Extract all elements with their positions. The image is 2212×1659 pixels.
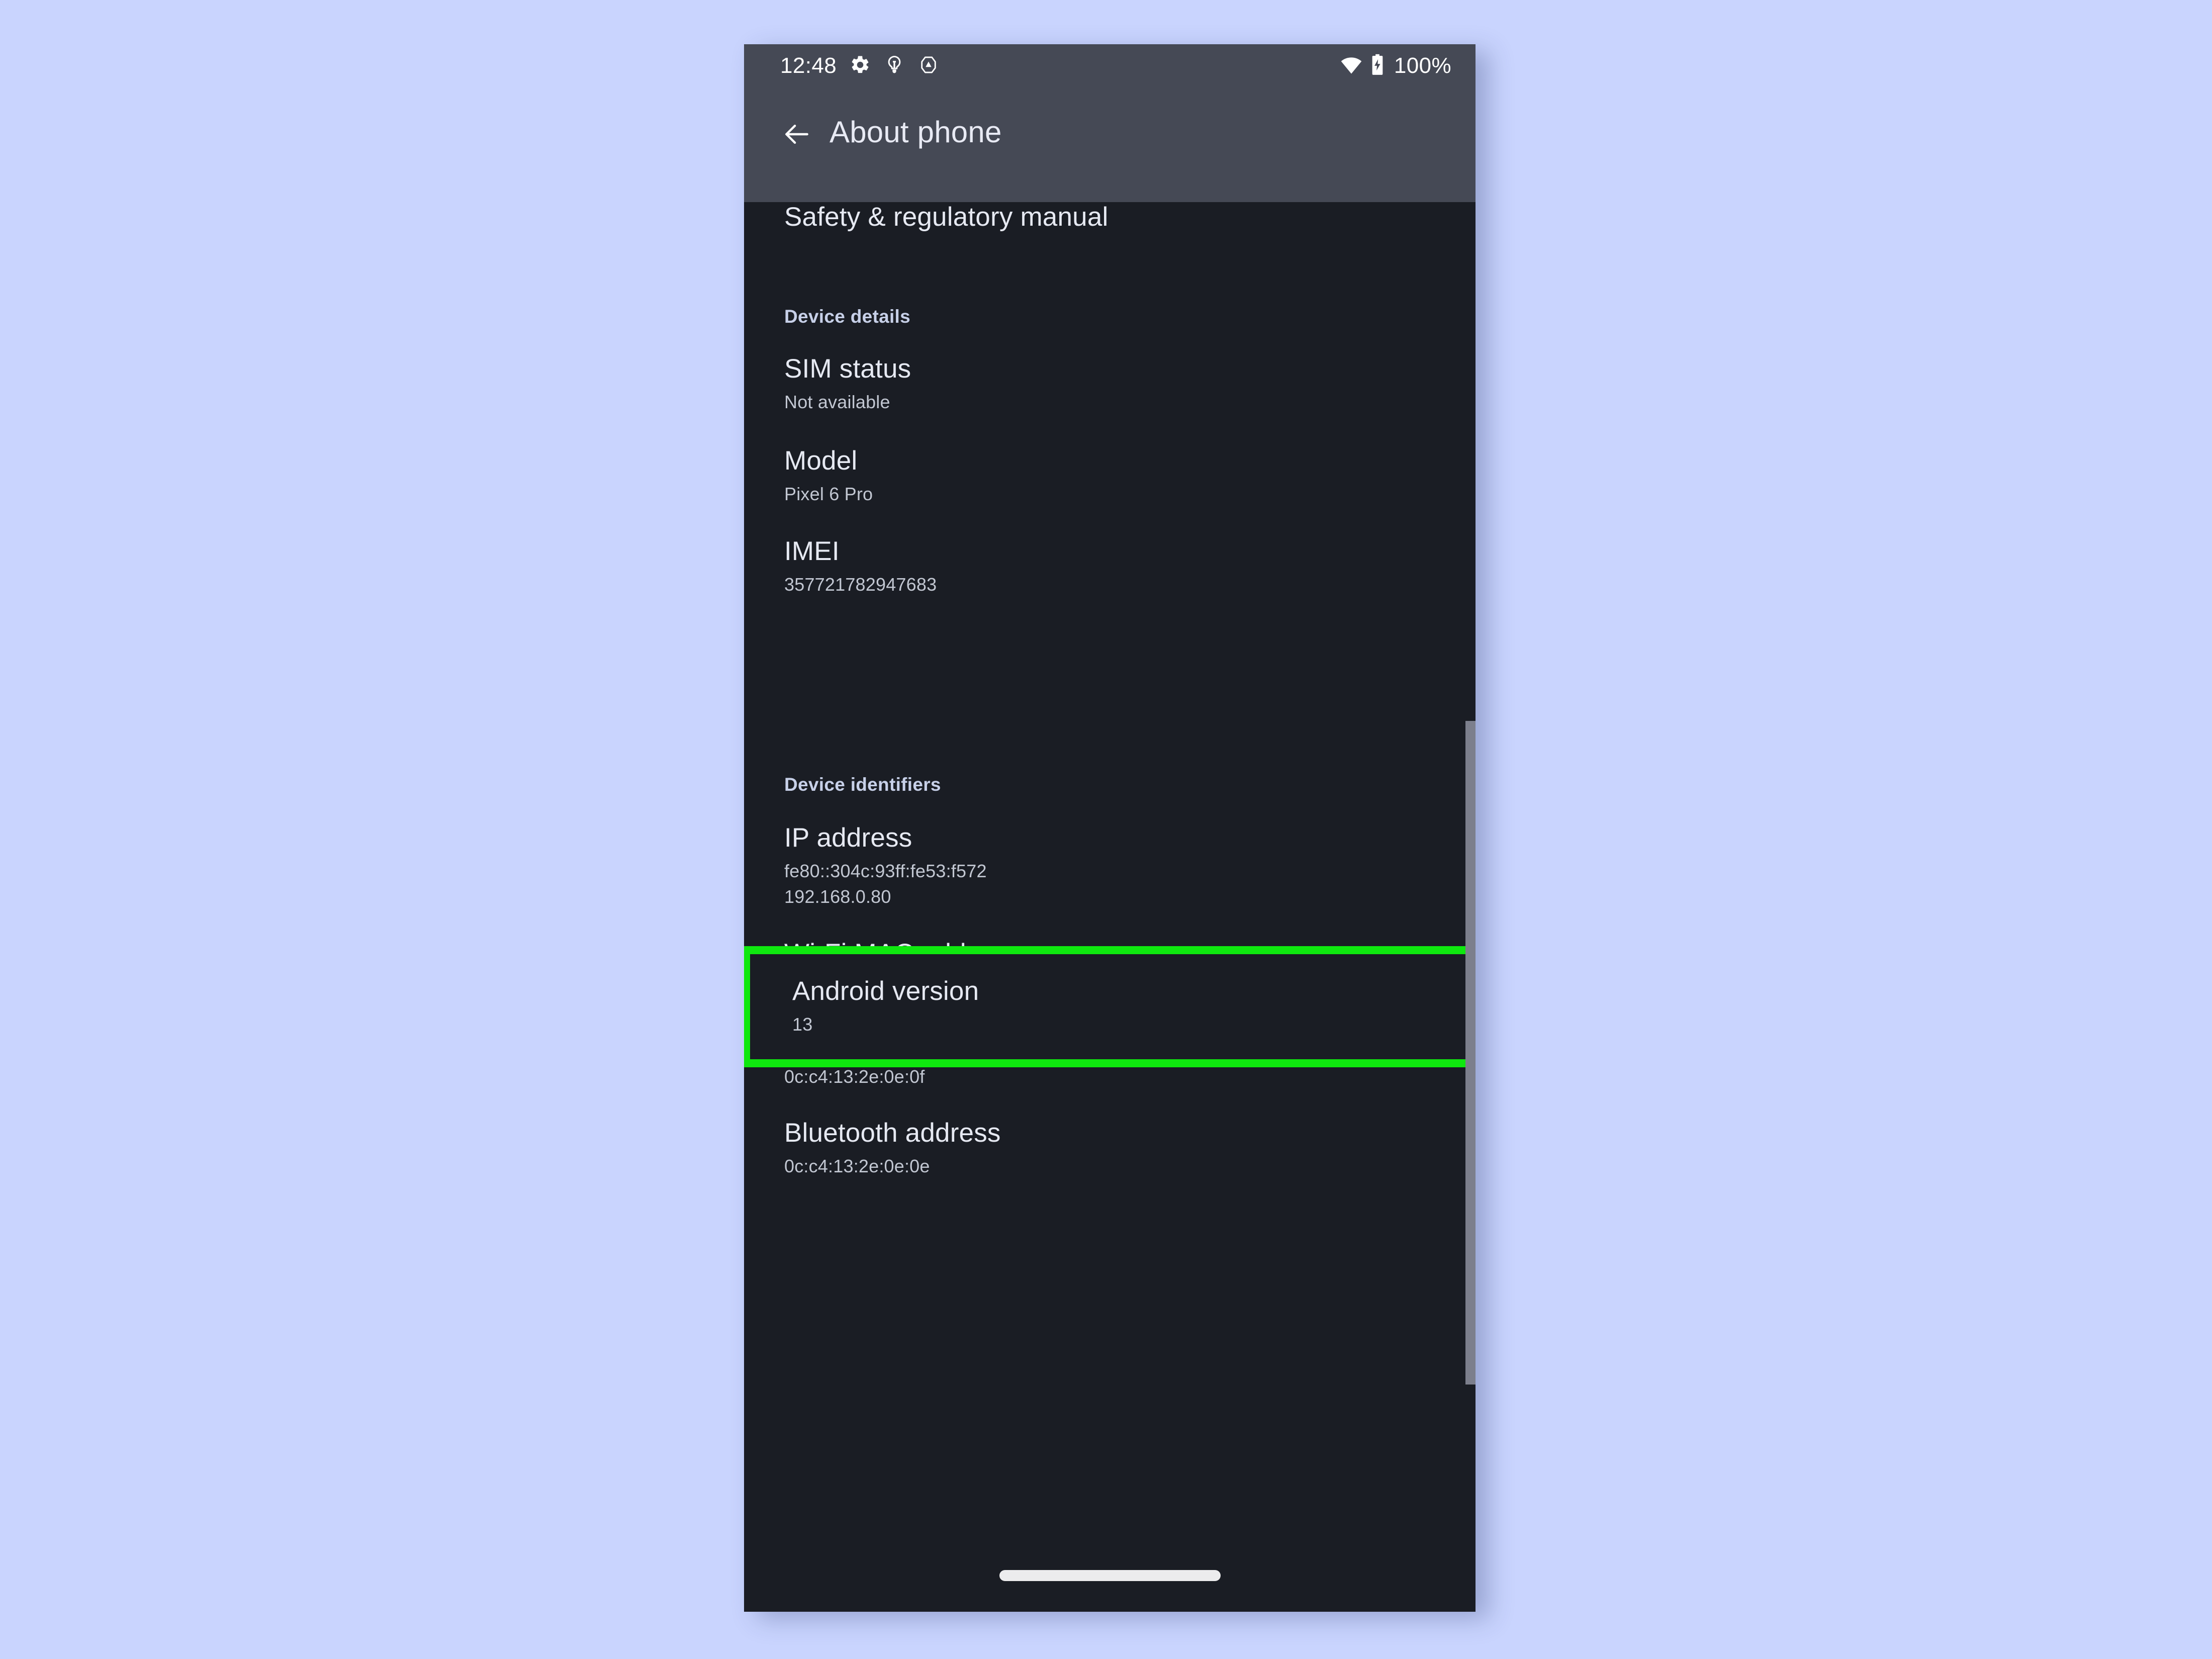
row-title: IP address <box>784 822 912 853</box>
section-header-device-details: Device details <box>784 306 911 327</box>
row-title: SIM status <box>784 354 911 384</box>
list-item-android-version-highlighted[interactable]: Android version 13 <box>744 946 1476 1067</box>
battery-charging-icon <box>1370 53 1385 79</box>
row-subtitle-secondary: 192.168.0.80 <box>784 886 891 907</box>
page-title: About phone <box>829 115 1002 149</box>
list-item-safety-regulatory-manual[interactable]: Safety & regulatory manual <box>744 202 1476 257</box>
row-subtitle: Not available <box>784 391 890 412</box>
row-subtitle: 13 <box>792 1013 813 1035</box>
row-title: IMEI <box>784 536 840 567</box>
scrollbar-track[interactable] <box>1465 202 1476 1605</box>
status-bar-clock: 12:48 <box>780 53 837 78</box>
lightbulb-icon <box>884 54 905 78</box>
home-gesture-pill[interactable] <box>999 1570 1221 1581</box>
row-subtitle: Pixel 6 Pro <box>784 483 873 504</box>
row-title: Android version <box>792 976 979 1006</box>
phone-screen: 12:48 100% About phone Safety & regulato… <box>744 44 1476 1612</box>
wifi-icon <box>1340 53 1363 79</box>
list-item-sim-status[interactable]: SIM status Not available <box>744 354 1476 415</box>
battery-percent-label: 100% <box>1394 53 1451 78</box>
section-header-device-identifiers: Device identifiers <box>784 774 941 795</box>
back-button[interactable] <box>769 119 824 152</box>
triangle-hexagon-icon <box>918 54 939 78</box>
arrow-back-icon <box>781 119 812 152</box>
row-subtitle: 357721782947683 <box>784 574 937 595</box>
app-bar: About phone <box>744 87 1476 209</box>
status-bar-left-cluster: 12:48 <box>780 54 939 78</box>
settings-list[interactable]: Safety & regulatory manual Device detail… <box>744 202 1476 1605</box>
list-item-imei[interactable]: IMEI 357721782947683 <box>744 536 1476 597</box>
list-item-model[interactable]: Model Pixel 6 Pro <box>744 446 1476 507</box>
status-bar-right-cluster: 100% <box>1340 53 1451 79</box>
list-item-bluetooth-address[interactable]: Bluetooth address 0c:c4:13:2e:0e:0e <box>744 1118 1476 1179</box>
row-subtitle: 0c:c4:13:2e:0e:0f <box>784 1066 925 1087</box>
status-bar: 12:48 100% <box>744 44 1476 87</box>
row-title: Bluetooth address <box>784 1118 1001 1148</box>
scrollbar-thumb[interactable] <box>1465 721 1476 1385</box>
row-title: Model <box>784 445 858 476</box>
list-item-ip-address[interactable]: IP address fe80::304c:93ff:fe53:f572 192… <box>744 823 1476 909</box>
navigation-bar <box>744 1546 1476 1605</box>
row-title: Safety & regulatory manual <box>784 202 1109 232</box>
row-subtitle: 0c:c4:13:2e:0e:0e <box>784 1156 930 1177</box>
gear-icon <box>850 54 871 78</box>
row-subtitle: fe80::304c:93ff:fe53:f572 <box>784 860 987 881</box>
